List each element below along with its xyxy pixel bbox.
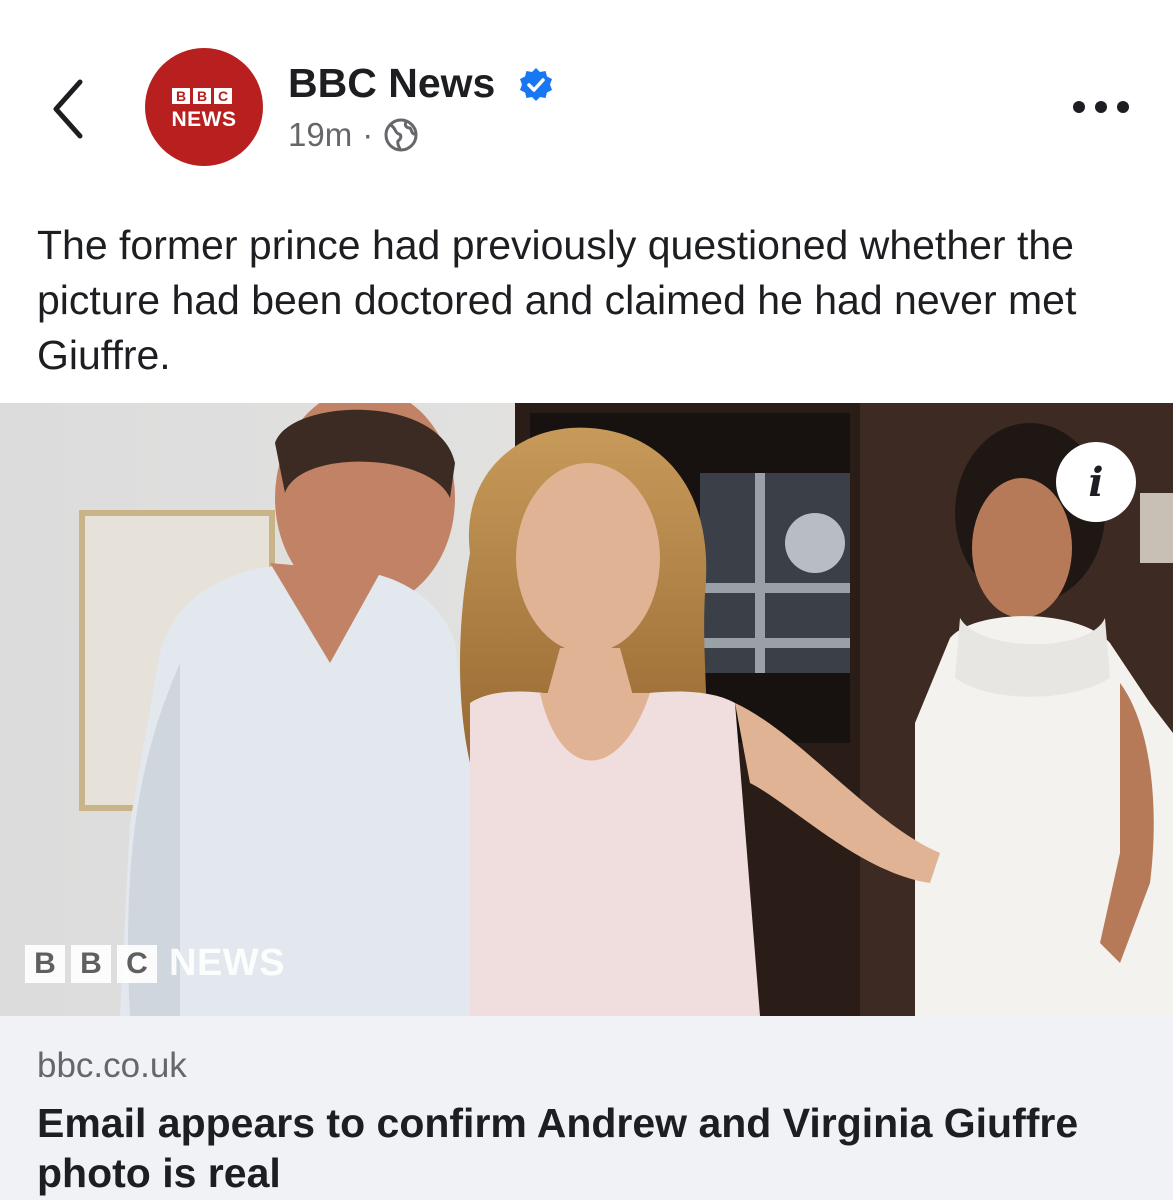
logo-block: C: [214, 88, 232, 104]
link-domain: bbc.co.uk: [37, 1046, 187, 1085]
post-photo[interactable]: [0, 403, 1173, 1016]
bbc-logo-blocks: B B C: [172, 88, 232, 104]
page-name-link[interactable]: BBC News: [288, 60, 495, 107]
meta-separator: ·: [362, 116, 374, 153]
post-caption: The former prince had previously questio…: [37, 222, 1077, 378]
chevron-left-icon: [53, 79, 83, 139]
back-button[interactable]: [40, 72, 100, 142]
verified-badge-icon: [520, 68, 552, 101]
watermark-block: B: [25, 944, 65, 983]
watermark-news-label: NEWS: [169, 942, 285, 984]
link-preview-card[interactable]: bbc.co.uk Email appears to confirm Andre…: [0, 1016, 1173, 1200]
logo-block: B: [193, 88, 211, 104]
globe-icon: [384, 118, 418, 152]
post-timestamp[interactable]: 19m: [288, 116, 352, 154]
watermark-block: B: [71, 944, 111, 983]
logo-news-label: NEWS: [171, 108, 237, 131]
watermark-block: C: [117, 944, 157, 983]
post-meta: 19m ·: [288, 116, 419, 154]
more-horizontal-icon: [1073, 101, 1129, 113]
page-avatar[interactable]: B B C NEWS: [145, 48, 263, 166]
logo-block: B: [172, 88, 190, 104]
post-header: B B C NEWS BBC News 19m ·: [0, 0, 1173, 190]
link-headline[interactable]: Email appears to confirm Andrew and Virg…: [37, 1098, 1137, 1198]
more-options-button[interactable]: [1066, 92, 1136, 122]
photo-illustration: [0, 403, 1173, 1016]
info-button[interactable]: i: [1056, 442, 1136, 522]
bbc-news-watermark: B B C NEWS: [25, 942, 285, 985]
